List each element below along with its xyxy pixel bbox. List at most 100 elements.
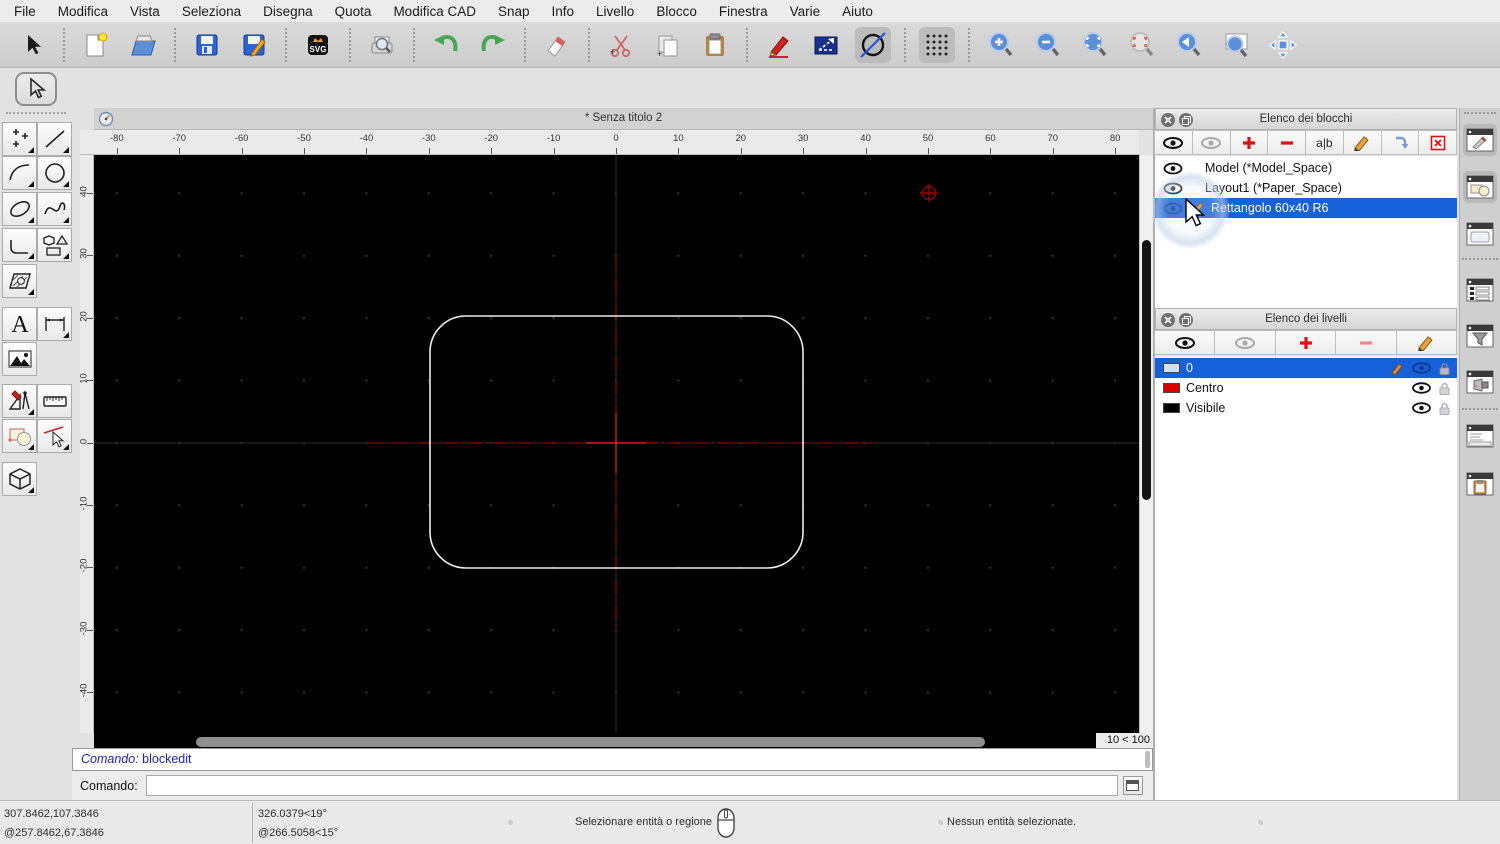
shapes-tool[interactable] xyxy=(37,228,72,262)
line-tool[interactable] xyxy=(37,122,72,156)
paste-icon[interactable] xyxy=(697,27,733,63)
add-layer-icon[interactable] xyxy=(1274,330,1337,355)
drawing-window-titlebar[interactable]: * Senza titolo 2 xyxy=(94,108,1153,130)
cut-icon[interactable]: + xyxy=(603,27,639,63)
block-row-layout1[interactable]: Layout1 (*Paper_Space) xyxy=(1155,178,1457,198)
circle-tool[interactable] xyxy=(37,156,72,190)
menu-aiuto[interactable]: Aiuto xyxy=(842,4,873,19)
edit-block-icon[interactable] xyxy=(1342,130,1382,155)
zoom-selection-icon[interactable] xyxy=(1124,27,1160,63)
block-tool[interactable] xyxy=(2,419,37,453)
text-tool[interactable]: A xyxy=(2,307,37,341)
save-icon[interactable] xyxy=(189,27,225,63)
image-tool[interactable] xyxy=(2,342,37,376)
drawing-canvas[interactable] xyxy=(94,155,1139,748)
visibility-eye-icon[interactable] xyxy=(1163,202,1183,215)
copy-icon[interactable]: + xyxy=(650,27,686,63)
dock-property-editor-icon[interactable] xyxy=(1463,124,1497,156)
remove-block-icon[interactable] xyxy=(1267,130,1306,155)
solid-3d-tool[interactable] xyxy=(2,462,37,496)
detach-command-window-icon[interactable] xyxy=(1122,776,1143,795)
vertical-scrollbar-thumb[interactable] xyxy=(1142,240,1151,500)
dock-filter-icon[interactable] xyxy=(1463,320,1497,352)
menu-finestra[interactable]: Finestra xyxy=(719,4,768,19)
select-arrow-button[interactable] xyxy=(15,72,57,106)
layer-row-centro[interactable]: Centro xyxy=(1155,378,1457,398)
visibility-eye-icon[interactable] xyxy=(1412,382,1431,394)
arc-tool[interactable] xyxy=(2,156,37,190)
dock-layer-list-icon[interactable] xyxy=(1463,274,1497,306)
lock-icon[interactable] xyxy=(1438,362,1451,375)
dock-light-icon[interactable]: ● xyxy=(1463,366,1497,398)
remove-layer-icon[interactable] xyxy=(1335,330,1397,355)
hide-all-blocks-icon[interactable] xyxy=(1191,130,1231,155)
menu-file[interactable]: File xyxy=(14,4,36,19)
dock-preview-icon[interactable] xyxy=(1463,218,1497,250)
menu-info[interactable]: Info xyxy=(552,4,575,19)
pointer-icon[interactable] xyxy=(14,27,50,63)
history-scrollbar-thumb[interactable] xyxy=(1145,751,1150,768)
lock-icon[interactable] xyxy=(1438,382,1451,395)
measure-tool[interactable] xyxy=(37,384,72,418)
undo-icon[interactable] xyxy=(428,27,464,63)
zoom-auto-icon[interactable] xyxy=(1077,27,1113,63)
visibility-eye-icon[interactable] xyxy=(1412,402,1431,414)
menu-quota[interactable]: Quota xyxy=(335,4,372,19)
hide-all-layers-icon[interactable] xyxy=(1214,330,1276,355)
show-all-blocks-icon[interactable] xyxy=(1154,130,1193,155)
dimension-tool[interactable] xyxy=(37,307,72,341)
lock-icon[interactable] xyxy=(1438,402,1451,415)
visibility-eye-icon[interactable] xyxy=(1163,162,1183,175)
zoom-previous-icon[interactable] xyxy=(1171,27,1207,63)
layer-row-visibile[interactable]: Visibile xyxy=(1155,398,1457,418)
selection-rectangle-icon[interactable] xyxy=(808,27,844,63)
spline-tool[interactable] xyxy=(37,192,72,226)
menu-seleziona[interactable]: Seleziona xyxy=(182,4,241,19)
menu-modifica-cad[interactable]: Modifica CAD xyxy=(393,4,476,19)
menu-disegna[interactable]: Disegna xyxy=(263,4,313,19)
rename-block-button[interactable]: a|b xyxy=(1305,130,1344,155)
draft-circle-slash-icon[interactable] xyxy=(855,26,891,63)
add-block-icon[interactable] xyxy=(1229,130,1269,155)
open-folder-icon[interactable] xyxy=(125,27,161,63)
pan-icon[interactable] xyxy=(1265,27,1301,63)
delete-block-icon[interactable] xyxy=(1418,130,1457,155)
visibility-eye-icon[interactable] xyxy=(1412,362,1431,374)
pen-icon[interactable] xyxy=(761,27,797,63)
insert-block-icon[interactable] xyxy=(1380,130,1420,155)
command-input[interactable] xyxy=(145,775,1118,796)
show-all-layers-icon[interactable] xyxy=(1154,330,1216,355)
edit-pencil-icon[interactable] xyxy=(1391,362,1405,375)
polyline-tool[interactable] xyxy=(2,228,37,262)
menu-snap[interactable]: Snap xyxy=(498,4,530,19)
grid-toggle-icon[interactable] xyxy=(919,26,955,63)
menu-varie[interactable]: Varie xyxy=(790,4,821,19)
svg-export-icon[interactable]: SVG xyxy=(300,27,336,63)
edit-layer-icon[interactable] xyxy=(1395,330,1458,355)
menu-livello[interactable]: Livello xyxy=(596,4,634,19)
menu-blocco[interactable]: Blocco xyxy=(656,4,697,19)
layer-row-0[interactable]: 0 xyxy=(1155,358,1457,378)
menu-modifica[interactable]: Modifica xyxy=(58,4,108,19)
horizontal-scrollbar-thumb[interactable] xyxy=(196,737,985,747)
print-preview-icon[interactable] xyxy=(364,27,400,63)
dock-clipboard-icon[interactable] xyxy=(1463,468,1497,500)
hatch-tool[interactable] xyxy=(2,264,37,298)
modify-tool[interactable] xyxy=(37,419,72,453)
eraser-icon[interactable] xyxy=(539,27,575,63)
menu-vista[interactable]: Vista xyxy=(130,4,160,19)
zoom-in-icon[interactable] xyxy=(983,27,1019,63)
command-history[interactable]: Comando: blockedit xyxy=(72,748,1153,771)
block-row-model[interactable]: Model (*Model_Space) xyxy=(1155,158,1457,178)
vertical-scrollbar[interactable] xyxy=(1139,155,1153,733)
new-document-icon[interactable] xyxy=(78,27,114,63)
dock-command-line-icon[interactable] xyxy=(1463,420,1497,452)
dock-block-list-icon[interactable] xyxy=(1463,171,1497,203)
redo-icon[interactable] xyxy=(475,27,511,63)
points-tool[interactable] xyxy=(2,122,37,156)
zoom-out-icon[interactable] xyxy=(1030,27,1066,63)
draw-tools-tool[interactable] xyxy=(2,384,37,418)
save-as-icon[interactable] xyxy=(236,27,272,63)
visibility-eye-icon[interactable] xyxy=(1163,182,1183,195)
zoom-window-icon[interactable] xyxy=(1218,27,1254,63)
